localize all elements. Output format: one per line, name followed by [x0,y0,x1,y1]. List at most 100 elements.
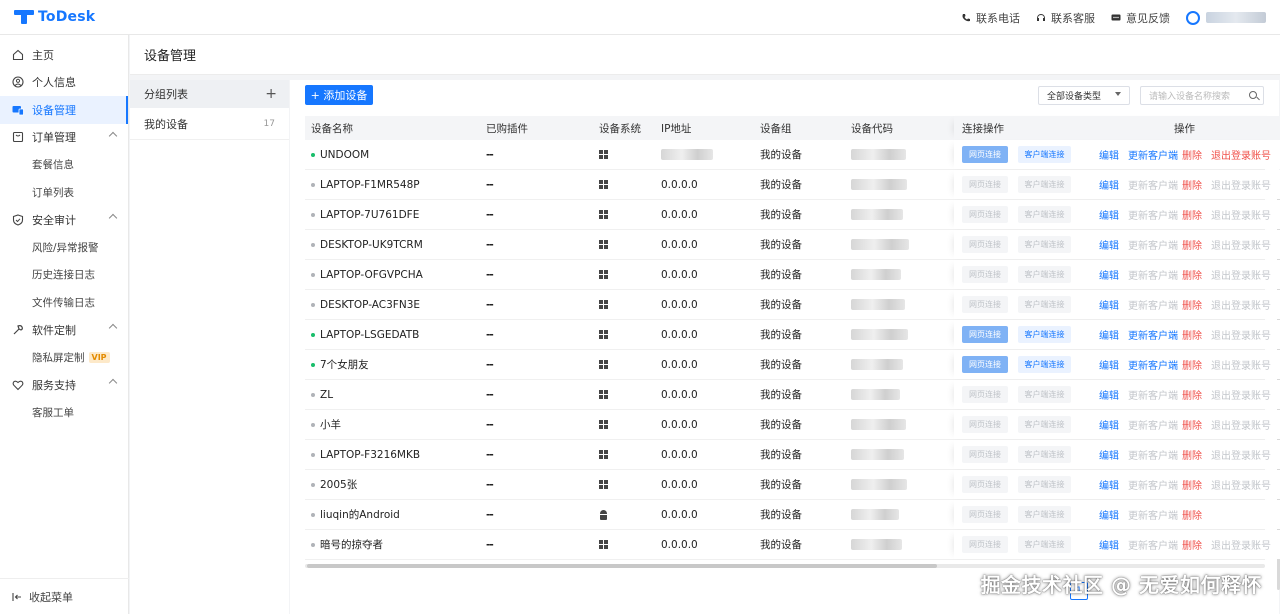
delete-link[interactable]: 删除 [1182,290,1202,319]
logout-account-link[interactable]: 退出登录账号 [1211,320,1271,349]
client-connect-button[interactable]: 客户端连接 [1018,296,1071,313]
sidebar-item-order-list[interactable]: 订单列表 [0,179,128,207]
delete-link[interactable]: 删除 [1182,410,1202,439]
table-row[interactable]: ZL -- 0.0.0.0 我的设备 网页连接 客户端连接 编辑 更新客户端 删除 退出登录账号 [305,380,1280,410]
logout-account-link[interactable]: 退出登录账号 [1211,440,1271,469]
logout-account-link[interactable]: 退出登录账号 [1211,380,1271,409]
sidebar-item-tickets[interactable]: 客服工单 [0,399,128,427]
table-row[interactable]: LAPTOP-F1MR548P -- 0.0.0.0 我的设备 网页连接 客户端连接 编辑更… [305,170,1280,200]
web-connect-button[interactable]: 网页连接 [962,266,1008,283]
logout-account-link[interactable]: 退出登录账号 [1211,230,1271,259]
client-connect-button[interactable]: 客户端连接 [1018,506,1071,523]
web-connect-button[interactable]: 网页连接 [962,506,1008,523]
device-search-input[interactable]: 请输入设备名称搜索 [1140,86,1264,105]
client-connect-button[interactable]: 客户端连接 [1018,386,1071,403]
delete-link[interactable]: 删除 [1182,140,1202,169]
delete-link[interactable]: 删除 [1182,320,1202,349]
feedback-link[interactable]: 意见反馈 [1111,10,1170,26]
delete-link[interactable]: 删除 [1182,200,1202,229]
user-avatar[interactable] [1186,10,1200,25]
client-connect-button[interactable]: 客户端连接 [1018,416,1071,433]
sidebar-item-file-transfer-logs[interactable]: 文件传输日志 [0,289,128,317]
edit-link[interactable]: 编辑 [1099,470,1119,499]
edit-link[interactable]: 编辑 [1099,350,1119,379]
client-connect-button[interactable]: 客户端连接 [1018,206,1071,223]
logout-account-link[interactable]: 退出登录账号 [1211,140,1271,169]
table-row[interactable]: DESKTOP-AC3FN3E -- 0.0.0.0 我的设备 网页连接 客户端连接 编辑更… [305,290,1280,320]
table-row[interactable]: 2005张 -- 0.0.0.0 我的设备 网页连接 客户端连接 编辑 更新客户端 删除 退出登录… [305,470,1280,500]
web-connect-button[interactable]: 网页连接 [962,206,1008,223]
update-client-link[interactable]: 更新客户端 [1128,440,1178,469]
edit-link[interactable]: 编辑 [1099,500,1119,529]
table-row[interactable]: 暗号的掠夺者 -- 0.0.0.0 我的设备 网页连接 客户端连接 编辑 更新客户端 删除 退出登… [305,530,1280,560]
client-connect-button[interactable]: 客户端连接 [1018,146,1071,163]
sidebar-item-connection-logs[interactable]: 历史连接日志 [0,261,128,289]
update-client-link[interactable]: 更新客户端 [1128,320,1178,349]
update-client-link[interactable]: 更新客户端 [1128,230,1178,259]
web-connect-button[interactable]: 网页连接 [962,236,1008,253]
table-row[interactable]: LAPTOP-LSGEDATB -- 0.0.0.0 我的设备 网页连接 客户端连接 编辑更… [305,320,1280,350]
edit-link[interactable]: 编辑 [1099,530,1119,559]
device-type-select[interactable]: 全部设备类型 [1038,86,1130,105]
table-row[interactable]: LAPTOP-7U761DFE -- 0.0.0.0 我的设备 网页连接 客户端连接 编辑更… [305,200,1280,230]
update-client-link[interactable]: 更新客户端 [1128,350,1178,379]
sidebar-item-devices[interactable]: 设备管理 [0,96,128,124]
logout-account-link[interactable]: 退出登录账号 [1211,410,1271,439]
sidebar-item-plan-info[interactable]: 套餐信息 [0,151,128,179]
update-client-link[interactable]: 更新客户端 [1128,530,1178,559]
table-row[interactable]: LAPTOP-OFGVPCHA -- 0.0.0.0 我的设备 网页连接 客户端连接 编辑更… [305,260,1280,290]
web-connect-button[interactable]: 网页连接 [962,176,1008,193]
delete-link[interactable]: 删除 [1182,530,1202,559]
sidebar-item-support[interactable]: 服务支持 [0,371,128,399]
contact-service-link[interactable]: 联系客服 [1036,10,1095,26]
update-client-link[interactable]: 更新客户端 [1128,500,1178,529]
horizontal-scrollbar[interactable] [305,564,1265,568]
edit-link[interactable]: 编辑 [1099,290,1119,319]
delete-link[interactable]: 删除 [1182,470,1202,499]
sidebar-item-home[interactable]: 主页 [0,41,128,69]
sidebar-item-privacy-screen[interactable]: 隐私屏定制 VIP [0,344,128,372]
contact-phone-link[interactable]: 联系电话 [961,10,1020,26]
web-connect-button[interactable]: 网页连接 [962,296,1008,313]
update-client-link[interactable]: 更新客户端 [1128,410,1178,439]
delete-link[interactable]: 删除 [1182,440,1202,469]
delete-link[interactable]: 删除 [1182,380,1202,409]
client-connect-button[interactable]: 客户端连接 [1018,176,1071,193]
web-connect-button[interactable]: 网页连接 [962,386,1008,403]
client-connect-button[interactable]: 客户端连接 [1018,266,1071,283]
client-connect-button[interactable]: 客户端连接 [1018,446,1071,463]
add-device-button[interactable]: + 添加设备 [305,85,373,105]
edit-link[interactable]: 编辑 [1099,320,1119,349]
web-connect-button[interactable]: 网页连接 [962,536,1008,553]
sidebar-item-orders[interactable]: 订单管理 [0,124,128,152]
logout-account-link[interactable]: 退出登录账号 [1211,290,1271,319]
add-group-icon[interactable]: + [265,86,277,102]
sidebar-item-profile[interactable]: 个人信息 [0,69,128,97]
sidebar-item-security-audit[interactable]: 安全审计 [0,206,128,234]
edit-link[interactable]: 编辑 [1099,260,1119,289]
client-connect-button[interactable]: 客户端连接 [1018,356,1071,373]
logout-account-link[interactable]: 退出登录账号 [1211,200,1271,229]
update-client-link[interactable]: 更新客户端 [1128,140,1178,169]
client-connect-button[interactable]: 客户端连接 [1018,536,1071,553]
update-client-link[interactable]: 更新客户端 [1128,170,1178,199]
client-connect-button[interactable]: 客户端连接 [1018,236,1071,253]
edit-link[interactable]: 编辑 [1099,410,1119,439]
todesk-logo[interactable]: ToDesk [14,9,95,25]
collapse-menu-button[interactable]: 收起菜单 [0,578,129,614]
delete-link[interactable]: 删除 [1182,230,1202,259]
client-connect-button[interactable]: 客户端连接 [1018,476,1071,493]
logout-account-link[interactable]: 退出登录账号 [1211,530,1271,559]
delete-link[interactable]: 删除 [1182,170,1202,199]
logout-account-link[interactable]: 退出登录账号 [1211,170,1271,199]
search-icon[interactable] [1249,91,1257,99]
table-row[interactable]: DESKTOP-UK9TCRM -- 0.0.0.0 我的设备 网页连接 客户端连接 编辑更… [305,230,1280,260]
table-row[interactable]: 小羊 -- 0.0.0.0 我的设备 网页连接 客户端连接 编辑 更新客户端 删除 退出登录账号 [305,410,1280,440]
table-row[interactable]: UNDOOM -- 我的设备 网页连接 客户端连接 编辑 更新客户端 删除 退出登录账号 [305,140,1280,590]
logout-account-link[interactable]: 退出登录账号 [1211,470,1271,499]
sidebar-item-risk-alerts[interactable]: 风险/异常报警 [0,234,128,262]
table-row[interactable]: 7个女朋友 -- 0.0.0.0 我的设备 网页连接 客户端连接 编辑 更新客户端 删除 退出登录… [305,350,1280,380]
update-client-link[interactable]: 更新客户端 [1128,470,1178,499]
logout-account-link[interactable]: 退出登录账号 [1211,350,1271,379]
logout-account-link[interactable]: 退出登录账号 [1211,260,1271,289]
